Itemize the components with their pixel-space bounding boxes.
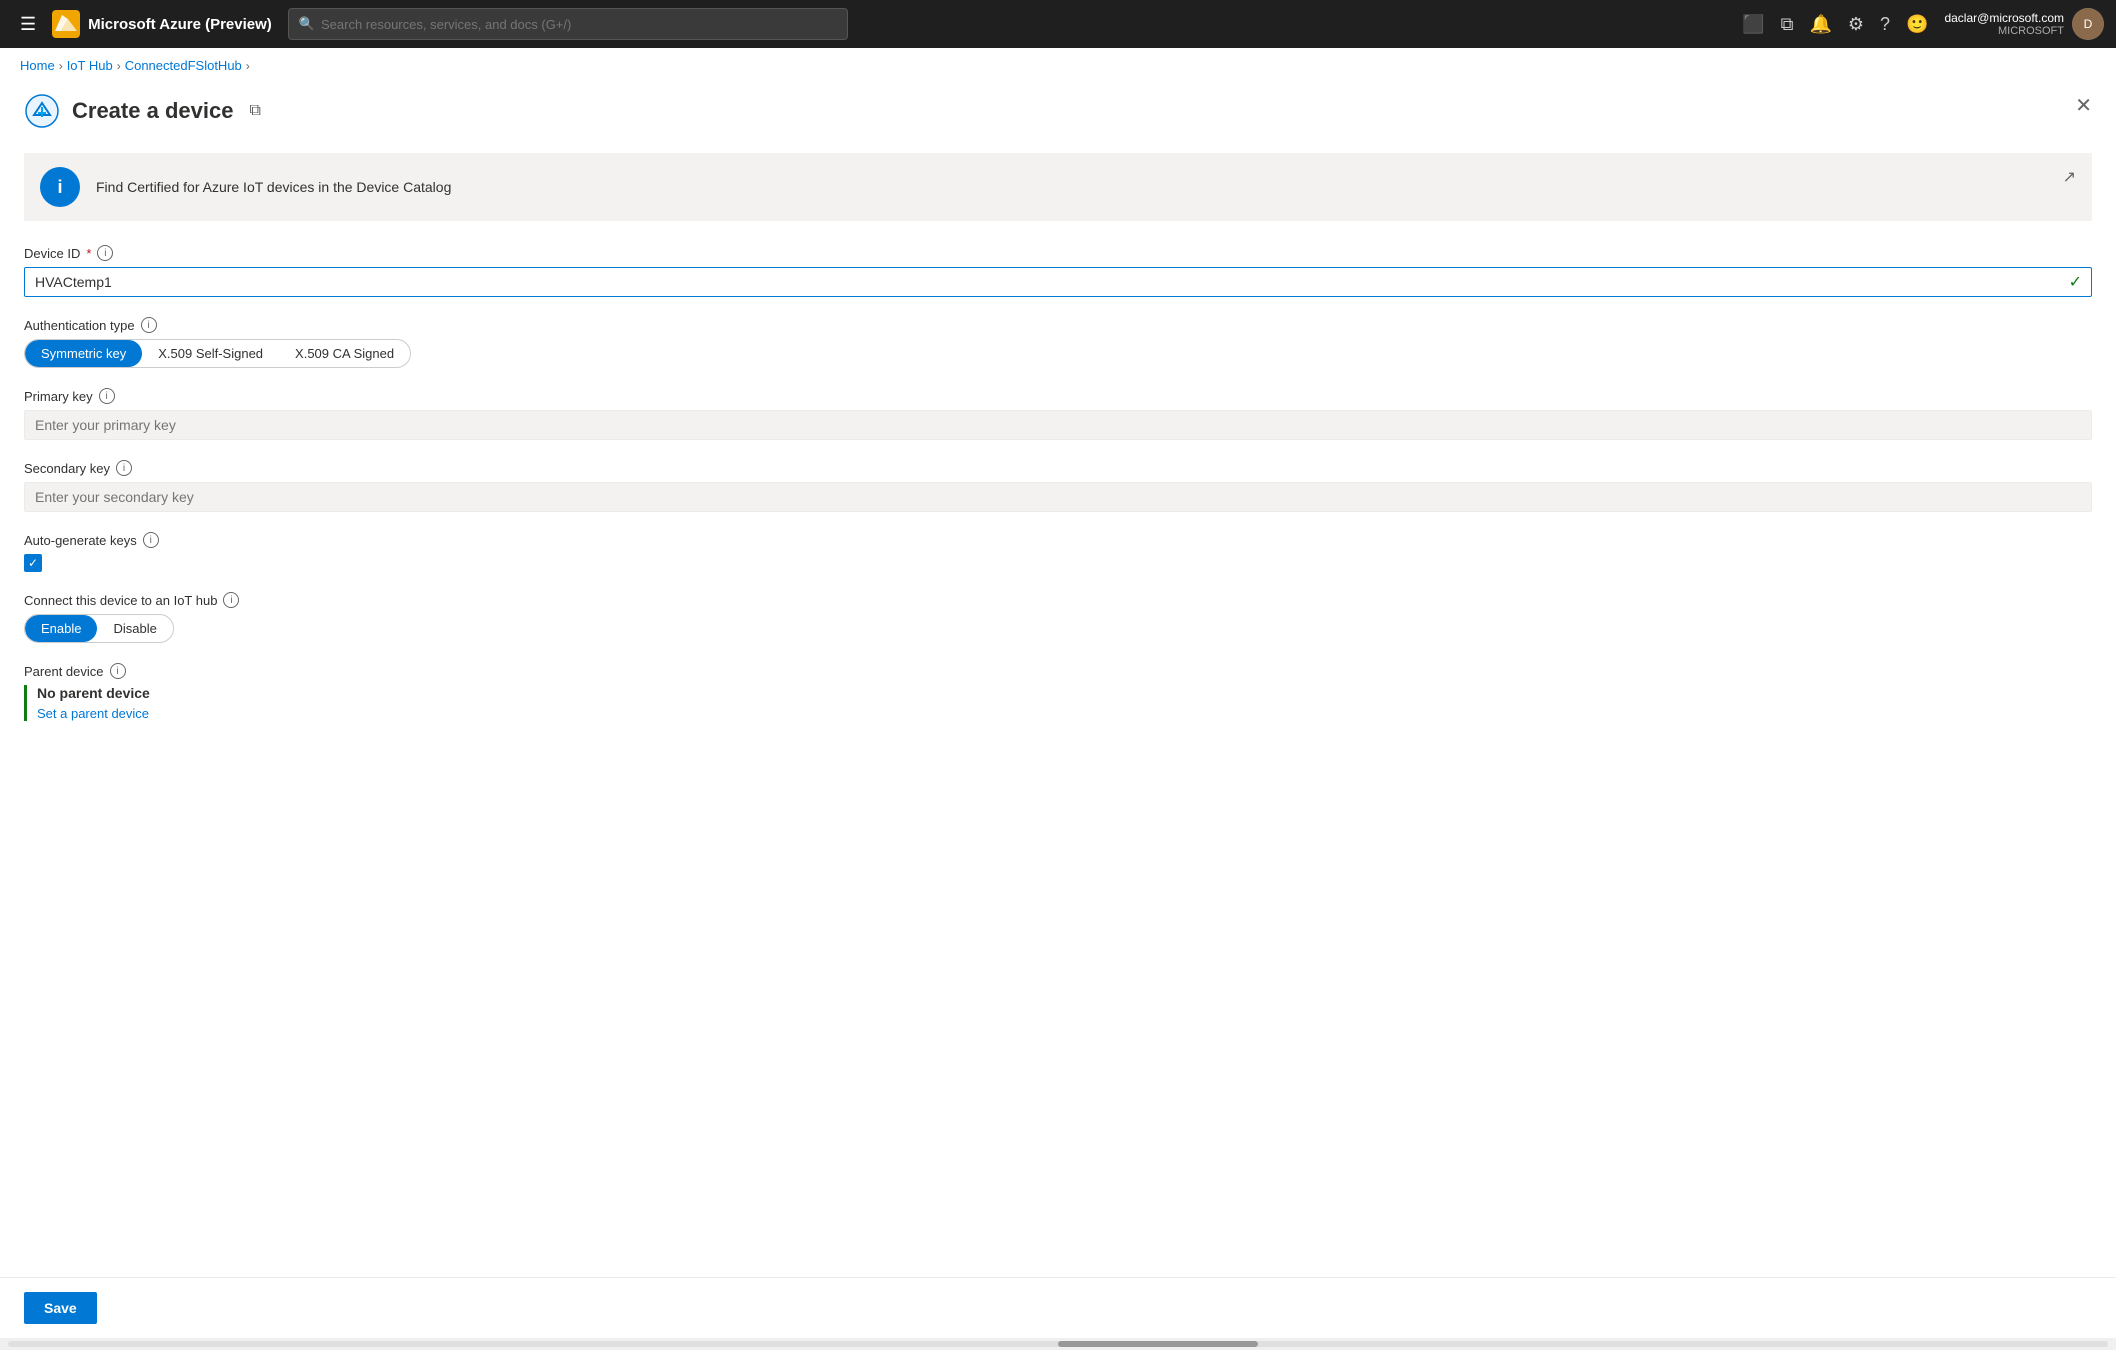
disable-btn[interactable]: Disable (97, 615, 172, 642)
auth-type-toggle-group: Symmetric key X.509 Self-Signed X.509 CA… (24, 339, 411, 368)
breadcrumb: Home › IoT Hub › ConnectedFSlotHub › (0, 48, 2116, 83)
search-input[interactable] (321, 17, 837, 32)
open-in-new-icon[interactable]: ⧉ (249, 102, 260, 120)
feedback-icon[interactable]: 🙂 (1906, 14, 1928, 35)
scroll-thumb[interactable] (1058, 1341, 1258, 1347)
device-id-input[interactable] (24, 267, 2092, 297)
user-email: daclar@microsoft.com (1944, 11, 2064, 25)
page-title-row: Create a device ⧉ ✕ (24, 93, 2092, 129)
auth-x509-selfsigned-btn[interactable]: X.509 Self-Signed (142, 340, 279, 367)
auth-type-info-icon[interactable]: i (141, 317, 157, 333)
notifications-icon[interactable]: 🔔 (1809, 14, 1831, 35)
auto-generate-info-icon[interactable]: i (143, 532, 159, 548)
bottom-bar: Save (0, 1277, 2116, 1338)
auto-generate-group: Auto-generate keys i ✓ (24, 532, 2092, 572)
external-link-icon[interactable]: ↗ (2063, 167, 2076, 187)
primary-key-label: Primary key i (24, 388, 2092, 404)
scroll-track[interactable] (8, 1341, 2108, 1347)
azure-logo-icon (52, 10, 80, 38)
auth-type-label: Authentication type i (24, 317, 2092, 333)
secondary-key-group: Secondary key i (24, 460, 2092, 512)
parent-device-label: Parent device i (24, 663, 2092, 679)
avatar[interactable]: D (2072, 8, 2104, 40)
create-device-icon (24, 93, 60, 129)
secondary-key-label: Secondary key i (24, 460, 2092, 476)
auth-type-group: Authentication type i Symmetric key X.50… (24, 317, 2092, 368)
valid-check-icon: ✓ (2069, 272, 2082, 292)
close-button[interactable]: ✕ (2075, 93, 2092, 118)
primary-key-input[interactable] (24, 410, 2092, 440)
device-id-info-icon[interactable]: i (97, 245, 113, 261)
required-star: * (86, 246, 91, 261)
save-button[interactable]: Save (24, 1292, 97, 1324)
breadcrumb-sep-3: › (246, 59, 250, 73)
breadcrumb-iothub[interactable]: IoT Hub (67, 58, 113, 73)
search-icon: 🔍 (299, 16, 315, 32)
top-navigation: ☰ Microsoft Azure (Preview) 🔍 ⬛ ⧉ 🔔 ⚙ ? … (0, 0, 2116, 48)
auto-generate-checkbox[interactable]: ✓ (24, 554, 42, 572)
azure-svg-icon (55, 13, 77, 35)
primary-key-info-icon[interactable]: i (99, 388, 115, 404)
device-id-label: Device ID * i (24, 245, 2092, 261)
page-title: Create a device (72, 98, 233, 124)
portal-feedback-icon[interactable]: ⧉ (1781, 14, 1794, 35)
breadcrumb-sep-1: › (59, 59, 63, 73)
user-org: MICROSOFT (1944, 25, 2064, 37)
auth-x509-casigned-btn[interactable]: X.509 CA Signed (279, 340, 410, 367)
breadcrumb-hub[interactable]: ConnectedFSlotHub (125, 58, 242, 73)
info-letter: i (57, 177, 62, 198)
parent-device-info-icon[interactable]: i (110, 663, 126, 679)
cloud-shell-icon[interactable]: ⬛ (1742, 14, 1764, 35)
breadcrumb-sep-2: › (117, 59, 121, 73)
secondary-key-info-icon[interactable]: i (116, 460, 132, 476)
parent-device-value: No parent device (37, 685, 2092, 701)
auto-generate-label: Auto-generate keys i (24, 532, 2092, 548)
user-info[interactable]: daclar@microsoft.com MICROSOFT D (1944, 8, 2104, 40)
settings-icon[interactable]: ⚙ (1848, 14, 1864, 35)
info-banner-icon: i (40, 167, 80, 207)
enable-btn[interactable]: Enable (25, 615, 97, 642)
help-icon[interactable]: ? (1880, 14, 1890, 35)
primary-key-group: Primary key i (24, 388, 2092, 440)
brand-name: Microsoft Azure (Preview) (88, 16, 272, 33)
parent-device-section: No parent device Set a parent device (24, 685, 2092, 721)
device-id-group: Device ID * i ✓ (24, 245, 2092, 297)
secondary-key-input[interactable] (24, 482, 2092, 512)
auth-symmetric-key-btn[interactable]: Symmetric key (25, 340, 142, 367)
set-parent-device-link[interactable]: Set a parent device (37, 706, 149, 721)
connect-iot-info-icon[interactable]: i (223, 592, 239, 608)
main-content: Create a device ⧉ ✕ i Find Certified for… (0, 83, 2116, 1277)
nav-right-actions: ⬛ ⧉ 🔔 ⚙ ? 🙂 daclar@microsoft.com MICROSO… (1742, 8, 2104, 40)
connect-iot-label: Connect this device to an IoT hub i (24, 592, 2092, 608)
info-banner: i Find Certified for Azure IoT devices i… (24, 153, 2092, 221)
search-bar[interactable]: 🔍 (288, 8, 848, 40)
info-banner-text: Find Certified for Azure IoT devices in … (96, 179, 451, 195)
horizontal-scrollbar[interactable] (0, 1338, 2116, 1350)
hamburger-icon[interactable]: ☰ (12, 10, 44, 39)
parent-device-group: Parent device i No parent device Set a p… (24, 663, 2092, 721)
device-id-input-wrapper: ✓ (24, 267, 2092, 297)
breadcrumb-home[interactable]: Home (20, 58, 55, 73)
connect-iot-toggle-group: Enable Disable (24, 614, 174, 643)
connect-iot-group: Connect this device to an IoT hub i Enab… (24, 592, 2092, 643)
